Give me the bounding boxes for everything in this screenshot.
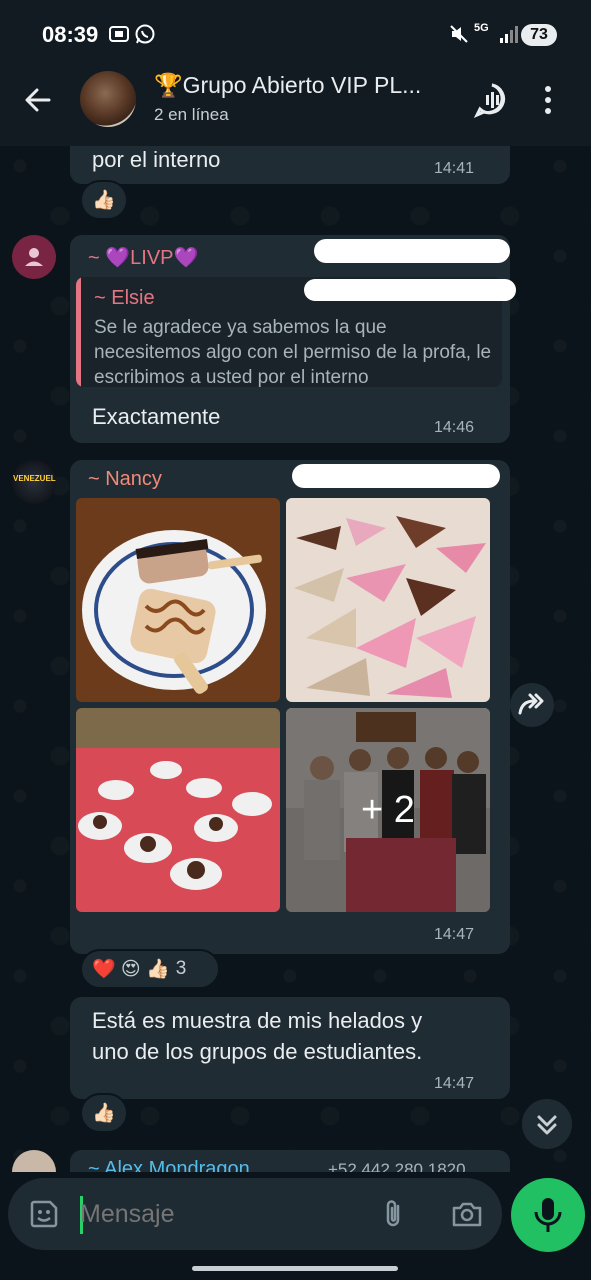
avatar-label: VENEZUELA bbox=[13, 474, 56, 483]
sender-phone: +52 442 280 1820 bbox=[328, 1160, 466, 1172]
scroll-to-bottom-button[interactable] bbox=[522, 1099, 572, 1149]
redacted-phone bbox=[314, 239, 510, 263]
quote-text: Se le agradece ya sabemos la que necesit… bbox=[94, 317, 492, 387]
message-input[interactable] bbox=[80, 1198, 360, 1230]
online-count: 2 en línea bbox=[154, 105, 229, 124]
photo-piping-bags[interactable] bbox=[286, 498, 490, 702]
status-time: 08:39 bbox=[42, 22, 99, 47]
group-title[interactable]: 🏆Grupo Abierto VIP PL... bbox=[154, 72, 454, 99]
more-options-icon[interactable] bbox=[538, 80, 558, 120]
message-text-line: uno de los grupos de estudiantes. bbox=[92, 1039, 423, 1064]
redacted-phone bbox=[304, 279, 516, 301]
message-reactions[interactable]: ❤️ 😍 👍🏻 3 bbox=[80, 949, 220, 989]
message-bubble[interactable]: Está es muestra de mis helados y uno de … bbox=[70, 997, 510, 1099]
message-reaction[interactable]: 👍🏻 bbox=[80, 180, 128, 220]
message-time: 14:41 bbox=[434, 160, 475, 177]
message-time: 14:46 bbox=[434, 419, 475, 436]
battery-level: 73 bbox=[521, 24, 557, 46]
avatar[interactable]: VENEZUELA bbox=[12, 460, 56, 504]
photo-table-desserts[interactable] bbox=[76, 708, 280, 912]
composer bbox=[0, 1172, 591, 1280]
mute-icon bbox=[448, 23, 470, 45]
double-chevron-down-icon bbox=[537, 1115, 557, 1135]
person-icon bbox=[25, 248, 43, 266]
chat-header: 🏆Grupo Abierto VIP PL... 2 en línea bbox=[0, 66, 591, 146]
reaction-count: 3 bbox=[175, 958, 187, 979]
message-bubble[interactable]: por el interno 14:41 bbox=[70, 146, 510, 184]
avatar[interactable] bbox=[12, 235, 56, 279]
sender-name[interactable]: ~ Nancy bbox=[88, 468, 162, 491]
message-bubble[interactable]: ~ Nancy + 2 14:47 bbox=[70, 460, 510, 954]
more-photos-count[interactable]: + 2 bbox=[286, 708, 490, 912]
screen-capture-icon bbox=[108, 23, 130, 45]
message-time: 14:47 bbox=[434, 926, 475, 943]
message-text: por el interno bbox=[92, 147, 221, 172]
sender-name[interactable]: ~ Alex Mondragon bbox=[88, 1158, 250, 1172]
voice-message-button[interactable] bbox=[511, 1178, 585, 1252]
chat-messages[interactable]: por el interno 14:41 👍🏻 ~ 💜LIVP💜 ~ Elsie… bbox=[0, 146, 591, 1172]
status-bar: 08:39 5G 73 bbox=[0, 0, 591, 66]
forward-button[interactable] bbox=[510, 683, 554, 727]
message-text: Exactamente bbox=[92, 404, 221, 429]
attach-icon[interactable] bbox=[378, 1198, 410, 1230]
message-bubble[interactable]: ~ Alex Mondragon +52 442 280 1820 bbox=[70, 1150, 510, 1172]
forward-icon bbox=[518, 693, 544, 715]
quote-sender: ~ Elsie bbox=[94, 287, 155, 309]
whatsapp-icon bbox=[134, 23, 156, 45]
redacted-phone bbox=[292, 464, 500, 488]
group-avatar[interactable] bbox=[80, 71, 136, 127]
photo-ice-cream-plate[interactable] bbox=[76, 498, 280, 702]
sender-name[interactable]: ~ 💜LIVP💜 bbox=[88, 245, 198, 270]
voice-chat-icon[interactable] bbox=[472, 80, 512, 120]
avatar[interactable] bbox=[12, 1150, 56, 1172]
message-text-line: Está es muestra de mis helados y bbox=[92, 1008, 423, 1033]
home-indicator[interactable] bbox=[192, 1266, 398, 1271]
message-input-container[interactable] bbox=[8, 1178, 502, 1250]
reaction-emojis: ❤️ 😍 👍🏻 bbox=[92, 959, 170, 980]
network-type: 5G bbox=[474, 22, 489, 34]
message-bubble[interactable]: ~ 💜LIVP💜 ~ Elsie Se le agradece ya sabem… bbox=[70, 235, 516, 443]
sticker-icon[interactable] bbox=[28, 1198, 60, 1230]
quote-bar bbox=[76, 277, 81, 387]
photo-students-group[interactable]: + 2 bbox=[286, 708, 490, 912]
message-time: 14:47 bbox=[434, 1075, 475, 1092]
message-reaction[interactable]: 👍🏻 bbox=[80, 1093, 128, 1133]
camera-icon[interactable] bbox=[450, 1198, 484, 1230]
signal-icon bbox=[498, 23, 520, 45]
microphone-icon bbox=[534, 1198, 562, 1232]
back-arrow-icon[interactable] bbox=[22, 84, 54, 116]
